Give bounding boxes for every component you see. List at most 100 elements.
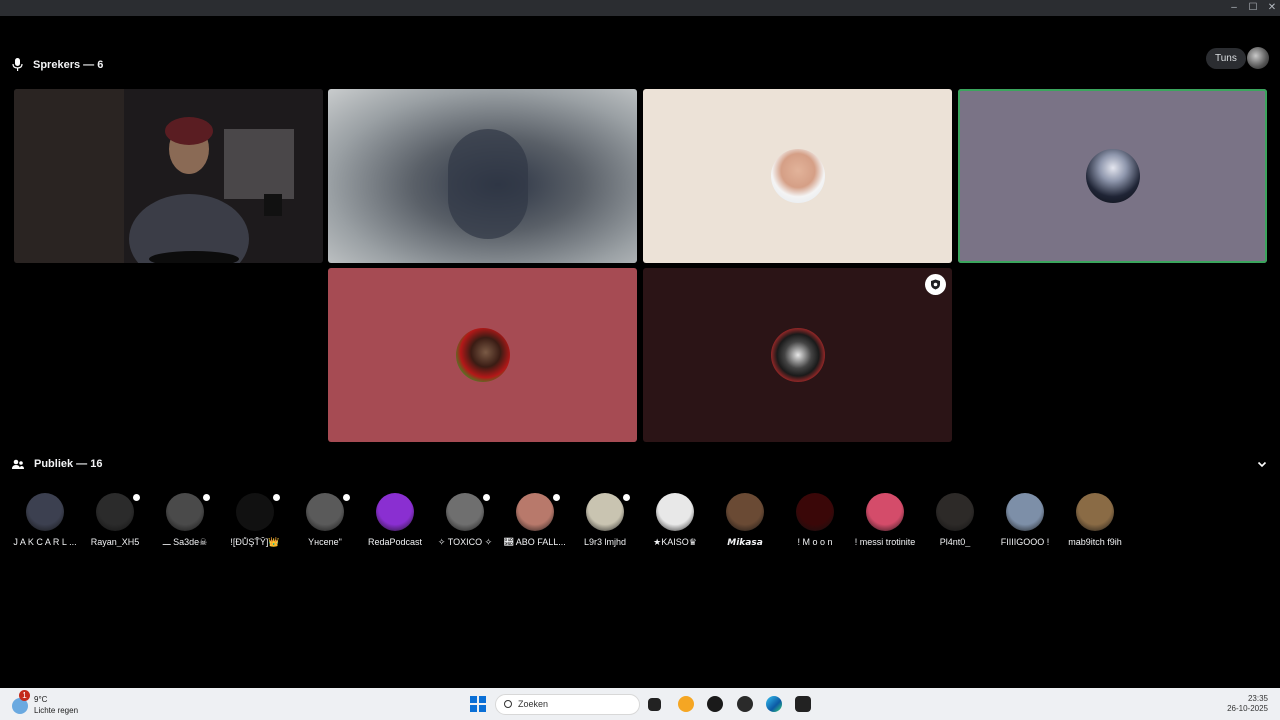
weather-icon: 1 (12, 690, 30, 714)
member-name: ★KAISO♛ (653, 537, 697, 547)
notification-app-icon[interactable] (678, 696, 694, 712)
member-name: ✧ TOXICO ✧ (437, 537, 493, 547)
windows-start-icon[interactable] (470, 696, 486, 712)
member-avatar (796, 493, 834, 531)
member-avatar (726, 493, 764, 531)
member-avatar (586, 492, 632, 531)
speaker-tile-avatar-1[interactable] (643, 89, 952, 263)
maximize-button[interactable]: ☐ (1246, 2, 1260, 14)
task-view-icon[interactable] (648, 698, 661, 711)
member-avatar (26, 493, 64, 531)
member-status-badge (131, 492, 142, 503)
audience-member[interactable]: ![ĐŮŞŤŶ]👑 (220, 492, 290, 548)
audience-member[interactable]: ـــ Sa3de☠ (150, 492, 220, 548)
user-button[interactable]: Tuns (1206, 48, 1246, 69)
edge-browser-icon[interactable] (766, 696, 782, 712)
audience-member[interactable]: FIIIIGOOO ! (990, 493, 1060, 547)
audience-member[interactable]: 𝍝 ABO FALL... (500, 492, 570, 547)
audience-member[interactable]: Pl4nt0_ (920, 493, 990, 547)
member-status-badge (621, 492, 632, 503)
audience-member[interactable]: ! M o o n (780, 493, 850, 547)
speaker-tile-blurred-video[interactable] (328, 89, 637, 263)
user-avatar[interactable] (1247, 47, 1269, 69)
member-status-badge (551, 492, 562, 503)
speaker-tile-avatar-3[interactable] (328, 268, 637, 442)
audience-title: Publiek — 16 (34, 458, 103, 470)
speaker-avatar (770, 328, 825, 382)
member-name: 𝙈𝙞𝙠𝙖𝙨𝙖 (727, 537, 763, 547)
member-avatar (1076, 493, 1114, 531)
member-name: Rayan_XH5 (90, 537, 140, 547)
speaker-tile-avatar-4[interactable] (643, 268, 952, 442)
member-avatar (936, 493, 974, 531)
member-name: 𝍝 ABO FALL... (504, 537, 566, 547)
discord-app-icon[interactable] (795, 696, 811, 712)
member-name: Pl4nt0_ (939, 537, 971, 547)
speaker-avatar (1085, 149, 1140, 203)
speaker-avatar (770, 149, 825, 203)
blurred-person (448, 129, 528, 239)
member-status-badge (201, 492, 212, 503)
member-name: Yнcene" (308, 537, 342, 547)
webcam-feed-image (14, 89, 323, 263)
audience-member[interactable]: ★KAISO♛ (640, 493, 710, 548)
clock-time: 23:35 (1247, 694, 1268, 703)
audience-member[interactable]: Rayan_XH5 (80, 492, 150, 547)
member-avatar (166, 492, 212, 531)
audience-member[interactable]: L9r3 lmjhd (570, 492, 640, 547)
chevron-down-icon[interactable] (1256, 457, 1268, 469)
weather-temp: 9°C (34, 695, 48, 704)
member-name: ![ĐŮŞŤŶ]👑 (230, 537, 280, 547)
weather-desc: Lichte regen (34, 706, 79, 715)
member-name: ـــ Sa3de☠ (162, 537, 208, 547)
app-g-icon[interactable] (707, 696, 723, 712)
member-avatar (656, 493, 694, 531)
speakers-header: Sprekers — 6 (12, 58, 103, 71)
windows-taskbar: 1 9°C Lichte regen Zoeken 23:35 26-10-20… (0, 688, 1280, 720)
app-record-icon[interactable] (737, 696, 753, 712)
member-status-badge (341, 492, 352, 503)
member-avatar (236, 492, 282, 531)
member-avatar (306, 492, 352, 531)
member-avatar (376, 493, 414, 531)
search-placeholder: Zoeken (518, 699, 549, 709)
member-name: FIIIIGOOO ! (1000, 537, 1050, 547)
member-status-badge (271, 492, 282, 503)
member-name: J A K C A R L ... (13, 537, 77, 547)
member-name: ! M o o n (797, 537, 833, 547)
speaker-tile-video[interactable] (14, 89, 323, 263)
speaker-avatar (455, 328, 510, 382)
member-avatar (446, 492, 492, 531)
speaker-tile-avatar-2[interactable] (958, 89, 1267, 263)
taskbar-search[interactable]: Zoeken (495, 694, 640, 715)
weather-widget[interactable]: 1 9°C Lichte regen (12, 690, 79, 716)
audience-member[interactable]: Yнcene" (290, 492, 360, 547)
clock-date: 26-10-2025 (1227, 704, 1268, 713)
close-button[interactable]: ✕ (1265, 2, 1279, 14)
audience-member[interactable]: ! messi trotinite (850, 493, 920, 547)
member-name: mab9itch f9ih (1068, 537, 1122, 547)
audience-icon (12, 459, 24, 469)
member-status-badge (481, 492, 492, 503)
member-name: RedaPodcast (367, 537, 423, 547)
audience-member[interactable]: J A K C A R L ... (10, 493, 80, 547)
member-name: L9r3 lmjhd (583, 537, 627, 547)
search-icon (504, 700, 512, 708)
audience-member[interactable]: ✧ TOXICO ✧ (430, 492, 500, 548)
system-clock[interactable]: 23:35 26-10-2025 (1227, 694, 1268, 714)
audience-header: Publiek — 16 (12, 458, 102, 470)
microphone-icon (12, 58, 23, 71)
window-titlebar: – ☐ ✕ (0, 0, 1280, 16)
weather-alert-badge: 1 (19, 690, 30, 701)
member-avatar (516, 492, 562, 531)
member-avatar (1006, 493, 1044, 531)
speakers-title: Sprekers — 6 (33, 58, 104, 71)
audience-member[interactable]: 𝙈𝙞𝙠𝙖𝙨𝙖 (710, 493, 780, 548)
minimize-button[interactable]: – (1227, 2, 1241, 14)
member-name: ! messi trotinite (854, 537, 916, 547)
moderator-shield-icon (925, 274, 946, 295)
member-avatar (96, 492, 142, 531)
member-avatar (866, 493, 904, 531)
audience-member[interactable]: RedaPodcast (360, 493, 430, 547)
audience-member[interactable]: mab9itch f9ih (1060, 493, 1130, 547)
